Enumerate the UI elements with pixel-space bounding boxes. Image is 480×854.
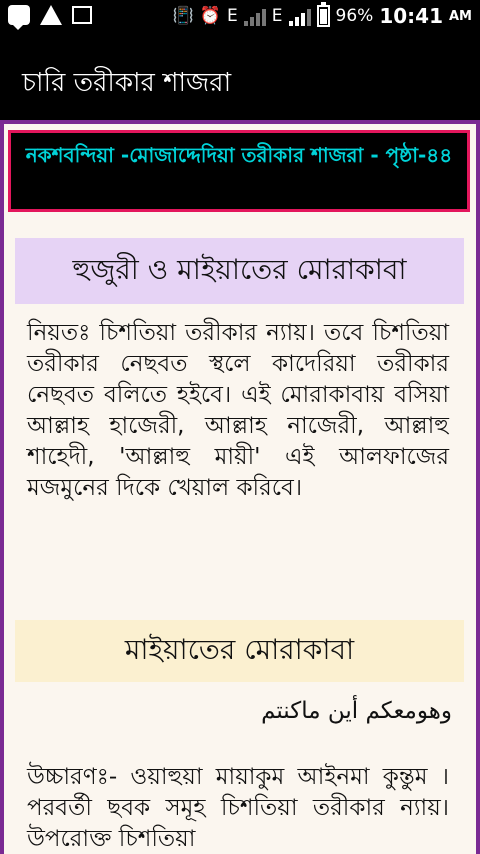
- message-icon: [8, 5, 30, 30]
- content-area[interactable]: নকশবন্দিয়া -মোজাদ্দেদিয়া তরীকার শাজরা …: [4, 124, 476, 854]
- network-type-2: E: [271, 6, 283, 26]
- app-bar: চারি তরীকার শাজরা: [0, 38, 480, 120]
- image-icon: [72, 6, 92, 24]
- section-heading-huzuri: হুজুরী ও মাইয়াতের মোরাকাবা: [15, 238, 464, 304]
- section-heading-maiyat: মাইয়াতের মোরাকাবা: [15, 620, 464, 682]
- system-icons: 📳 ⏰ E E 96% 10:41 AM: [172, 2, 472, 28]
- signal-icon-1: [243, 6, 266, 26]
- section-paragraph-huzuri: নিয়তঃ চিশতিয়া তরীকার ন্যায়। তবে চিশতি…: [27, 320, 449, 501]
- battery-percent: 96%: [335, 6, 374, 26]
- app-title: চারি তরীকার শাজরা: [22, 68, 232, 98]
- clock-time: 10:41: [379, 4, 443, 28]
- page-header-text: নকশবন্দিয়া -মোজাদ্দেদিয়া তরীকার শাজরা …: [25, 143, 453, 167]
- content-frame: নকশবন্দিয়া -মোজাদ্দেদিয়া তরীকার শাজরা …: [0, 120, 480, 854]
- warning-icon: [40, 5, 62, 25]
- section-paragraph-maiyat: উচ্চারণঃ- ওয়াহুয়া মায়াকুম আইনমা কুন্ত…: [27, 764, 449, 852]
- page-header-box: নকশবন্দিয়া -মোজাদ্দেদিয়া তরীকার শাজরা …: [8, 130, 470, 212]
- network-type-1: E: [227, 6, 238, 26]
- notification-icons: [8, 5, 92, 30]
- vibrate-icon: 📳: [172, 6, 194, 26]
- status-bar: 📳 ⏰ E E 96% 10:41 AM: [0, 0, 480, 38]
- battery-icon: [316, 2, 330, 27]
- alarm-icon: ⏰: [199, 6, 222, 26]
- arabic-verse: وهومعكم أين ماكنتم: [261, 698, 452, 724]
- clock-ampm: AM: [449, 8, 472, 24]
- signal-icon-2: [288, 6, 311, 26]
